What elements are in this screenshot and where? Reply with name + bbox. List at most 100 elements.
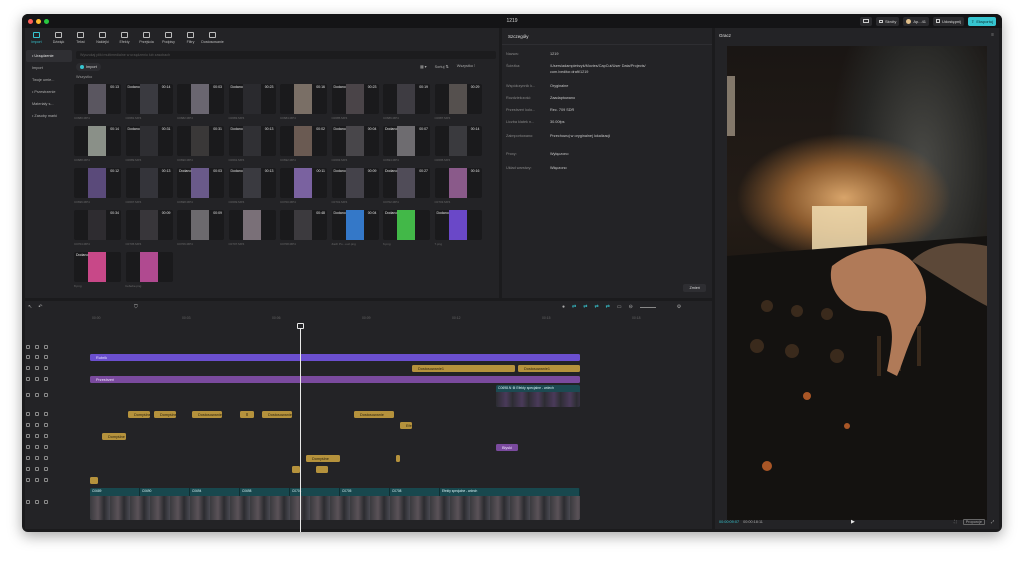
lane-lock-icon[interactable] (35, 345, 39, 349)
lane-lock-icon[interactable] (35, 500, 39, 504)
lane-controls[interactable] (26, 478, 48, 482)
share-button[interactable]: Udostępnij (933, 16, 964, 26)
lane-controls[interactable] (26, 445, 48, 449)
lane-audio-icon[interactable] (44, 393, 48, 397)
ratio-button[interactable]: Proporcje (962, 519, 985, 525)
media-thumbnail[interactable] (228, 210, 276, 240)
lane-lock-icon[interactable] (35, 467, 39, 471)
marker-icon[interactable]: ⛉ (134, 304, 138, 310)
tool-3[interactable]: Naklejki (92, 28, 113, 48)
lane-controls[interactable] (26, 467, 48, 471)
tool-7[interactable]: Filtry (180, 28, 201, 48)
lane-visibility-icon[interactable] (26, 434, 30, 438)
timeline-clip[interactable]: Rubrik (90, 354, 580, 361)
lane-audio-icon[interactable] (44, 467, 48, 471)
undo-icon[interactable]: ↶ (38, 304, 42, 310)
lane-visibility-icon[interactable] (26, 377, 30, 381)
timeline-clip[interactable]: Dostosowanie (262, 411, 292, 418)
timeline-clip[interactable]: Domyślne (306, 455, 340, 462)
media-thumbnail[interactable]: 00:16 (280, 84, 327, 114)
playhead[interactable] (300, 327, 301, 532)
sort-button[interactable]: Sortuj ⇅ (435, 64, 449, 69)
timeline-clip[interactable]: Przestrzeń (90, 376, 580, 383)
timeline-clip-small[interactable] (90, 477, 98, 484)
lane-lock-icon[interactable] (35, 445, 39, 449)
timeline-clip[interactable]: Domyślne (154, 411, 176, 418)
timeline-clip-small[interactable] (316, 466, 328, 473)
tool-2[interactable]: Tekst (70, 28, 91, 48)
timeline-clip[interactable]: Domyślne (102, 433, 126, 440)
lane-audio-icon[interactable] (44, 445, 48, 449)
media-thumbnail[interactable]: 00:48 (280, 210, 327, 240)
lane-controls[interactable] (26, 355, 48, 359)
media-thumbnail[interactable]: Dodano (434, 210, 482, 240)
overlay-video-clip[interactable]: C0698.N ⚙ Efekty specjalne - wdech (496, 385, 580, 407)
select-tool-icon[interactable]: ↖ (28, 304, 32, 310)
media-thumbnail[interactable]: Dodano 00:27 (383, 168, 430, 198)
timeline-clip[interactable]: Dostosowanie (354, 411, 394, 418)
lane-audio-icon[interactable] (44, 366, 48, 370)
lane-controls[interactable] (26, 456, 48, 460)
export-button[interactable]: ⇪ Eksportuj (967, 16, 996, 26)
split-icon[interactable]: ⇄ (606, 304, 610, 310)
lane-audio-icon[interactable] (44, 500, 48, 504)
media-thumbnail[interactable]: 00:13 (125, 168, 173, 198)
media-thumbnail[interactable]: Dodano 00:13 (228, 126, 276, 156)
sidebar-item[interactable]: • Zasoby marki (26, 110, 72, 122)
shortcuts-button[interactable]: Skróty (876, 16, 900, 26)
media-thumbnail[interactable]: 00:09 (125, 210, 173, 240)
sidebar-item[interactable]: • Przestrzenie (26, 86, 72, 98)
lane-visibility-icon[interactable] (26, 456, 30, 460)
sidebar-item[interactable]: Import (26, 62, 72, 74)
lane-controls[interactable] (26, 393, 48, 397)
timeline-clip-small[interactable] (396, 455, 400, 462)
media-thumbnail[interactable]: 00:34 (74, 210, 121, 240)
lane-visibility-icon[interactable] (26, 423, 30, 427)
link-icon[interactable]: ⇄ (572, 304, 576, 310)
lane-visibility-icon[interactable] (26, 366, 30, 370)
edit-details-button[interactable]: Zmień (683, 284, 706, 292)
lane-visibility-icon[interactable] (26, 345, 30, 349)
lane-lock-icon[interactable] (35, 377, 39, 381)
media-thumbnail[interactable]: 00:02 (280, 126, 327, 156)
timeline-clip[interactable]: Ⅱ (240, 411, 254, 418)
lane-controls[interactable] (26, 377, 48, 381)
media-thumbnail[interactable]: 00:19 (383, 84, 430, 114)
media-thumbnail[interactable]: Dodano 00:07 (383, 126, 430, 156)
sidebar-item[interactable]: Materiały s... (26, 98, 72, 110)
lane-controls[interactable] (26, 500, 48, 504)
tool-0[interactable]: Import (26, 28, 47, 48)
media-thumbnail[interactable]: 00:16 (434, 168, 482, 198)
timeline-clip[interactable]: Błyski (496, 444, 518, 451)
timeline-clip[interactable]: Dostosowanie1 (412, 365, 515, 372)
lane-visibility-icon[interactable] (26, 500, 30, 504)
timeline-clip[interactable]: Domyślne (128, 411, 150, 418)
lane-visibility-icon[interactable] (26, 467, 30, 471)
timeline-clip[interactable]: Dostosowanie (192, 411, 222, 418)
media-thumbnail[interactable]: Dodano 00:31 (125, 126, 173, 156)
menu-icon[interactable]: ≡ (991, 32, 994, 38)
lane-lock-icon[interactable] (35, 412, 39, 416)
lane-lock-icon[interactable] (35, 478, 39, 482)
lane-audio-icon[interactable] (44, 434, 48, 438)
lane-audio-icon[interactable] (44, 478, 48, 482)
filter-button[interactable]: Wszystko ⫶ (457, 64, 475, 69)
lane-lock-icon[interactable] (35, 355, 39, 359)
main-video-track[interactable]: C0689 C0690 C0694 C0698 C0701 C0705 C0708 Efekt… (90, 488, 580, 520)
lane-audio-icon[interactable] (44, 456, 48, 460)
media-thumbnail[interactable]: 00:14 (434, 126, 482, 156)
lane-audio-icon[interactable] (44, 423, 48, 427)
snap-icon[interactable]: ⇄ (583, 304, 587, 310)
media-thumbnail[interactable]: 00:09 (177, 210, 224, 240)
zoom-out-icon[interactable]: ⊖ (629, 304, 633, 310)
media-thumbnail[interactable]: 00:31 (177, 126, 224, 156)
tool-6[interactable]: Podpisy (158, 28, 179, 48)
media-thumbnail[interactable]: Dodano (74, 252, 121, 282)
media-thumbnail[interactable]: 00:14 (74, 126, 121, 156)
mic-icon[interactable]: ● (562, 304, 565, 310)
account-button[interactable]: Ap...41 (903, 16, 930, 26)
expand-icon[interactable]: ⤢ (991, 520, 994, 524)
lane-controls[interactable] (26, 423, 48, 427)
media-thumbnail[interactable] (125, 252, 173, 282)
video-preview[interactable] (727, 46, 987, 520)
